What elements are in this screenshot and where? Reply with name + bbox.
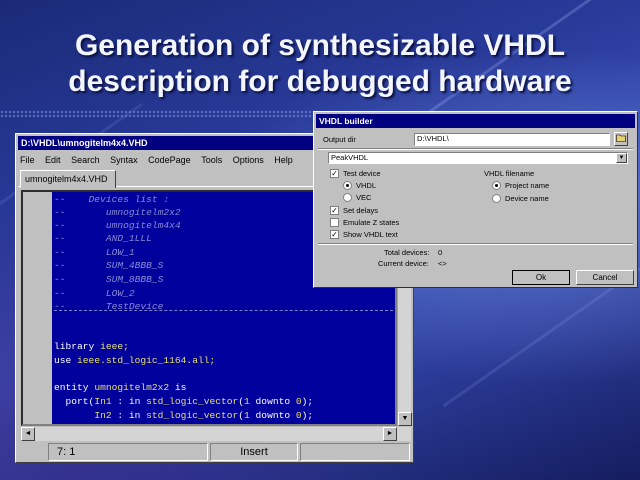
code-comment-line: -- SUM_4BBB_S [54, 260, 164, 271]
code-comment-line: -- LOW_1 [54, 247, 135, 258]
keyword: library [54, 341, 95, 352]
tab-umnogitelm4x4[interactable]: umnogitelm4x4.VHD [20, 170, 116, 188]
vhdl-radio[interactable] [343, 181, 352, 190]
vhdl-filename-label: VHDL filename [484, 169, 535, 178]
vhdl-builder-dialog: VHDL builder Output dir D:\VHDL\ PeakVHD… [313, 111, 638, 288]
status-panel-empty [300, 443, 410, 461]
output-dir-label: Output dir [323, 135, 356, 144]
scroll-left-icon[interactable]: ◄ [21, 427, 35, 441]
entity-select-value: PeakVHDL [331, 153, 369, 162]
ok-button[interactable]: Ok [512, 270, 570, 285]
slide-title-line-2: description for debugged hardware [68, 65, 572, 98]
code-comment-line: -- umnogitelm2x2 [54, 207, 181, 218]
status-bar: 7: 1 Insert [18, 443, 411, 461]
identifier: ieee; [100, 341, 129, 352]
keyword: entity [54, 382, 89, 393]
keyword: use [54, 355, 72, 366]
set-delays-checkbox[interactable]: ✓ [330, 206, 339, 215]
code-comment-line: -- AND_1LLL [54, 233, 152, 244]
comment-separator [54, 310, 393, 311]
entity-select[interactable]: PeakVHDL ▼ [328, 152, 628, 164]
identifier: In1 [94, 396, 112, 407]
code-comment-line: -- LOW_2 [54, 288, 135, 299]
test-device-checkbox[interactable]: ✓ [330, 169, 339, 178]
identifier: std_logic_vector [146, 396, 239, 407]
menu-codepage[interactable]: CodePage [148, 155, 191, 165]
keyword: : in [111, 396, 147, 407]
status-insert-mode: Insert [210, 443, 298, 461]
scroll-down-icon[interactable]: ▼ [398, 412, 412, 426]
keyword: is [174, 382, 187, 393]
emulate-z-label: Emulate Z states [343, 218, 400, 227]
status-cursor-position: 7: 1 [48, 443, 208, 461]
device-name-radio[interactable] [492, 194, 501, 203]
code-line-port-in1: port(In1 : in std_logic_vector(1 downto … [54, 395, 314, 408]
keyword: downto [249, 410, 296, 421]
cancel-button[interactable]: Cancel [576, 270, 634, 285]
slide-title: Generation of synthesizable VHDL descrip… [0, 28, 640, 100]
test-device-label: Test device [343, 169, 381, 178]
show-vhdl-checkbox[interactable]: ✓ [330, 230, 339, 239]
show-vhdl-label: Show VHDL text [343, 230, 398, 239]
menu-options[interactable]: Options [233, 155, 264, 165]
code-line-entity: entity umnogitelm2x2 is [54, 381, 186, 394]
folder-glyph [616, 134, 626, 142]
line-gutter [23, 192, 52, 424]
menu-edit[interactable]: Edit [45, 155, 61, 165]
editor-window-title: D:\VHDL\umnogitelm4x4.VHD [21, 138, 148, 148]
code-comment-line: -- umnogitelm4x4 [54, 220, 181, 231]
folder-icon[interactable] [614, 132, 628, 146]
vec-option-label: VEC [356, 193, 372, 202]
current-device-label: Current device: [378, 259, 429, 268]
code-line-port-in2: In2 : in std_logic_vector(1 downto 0); [54, 409, 313, 422]
identifier: In2 [94, 410, 112, 421]
dialog-title: VHDL builder [319, 116, 373, 126]
horizontal-scrollbar[interactable]: ◄ ► [21, 427, 411, 441]
menu-tools[interactable]: Tools [201, 155, 222, 165]
vec-radio[interactable] [343, 193, 352, 202]
total-devices-label: Total devices: [384, 248, 430, 257]
menu-file[interactable]: File [20, 155, 35, 165]
code-comment-line: -- TestDevice [54, 301, 164, 312]
punctuation: ); [301, 396, 314, 407]
punctuation: ); [301, 410, 314, 421]
project-name-radio[interactable] [492, 181, 501, 190]
menu-search[interactable]: Search [71, 155, 100, 165]
slide-title-line-1: Generation of synthesizable VHDL [74, 29, 566, 62]
code-line-use: use ieee.std_logic_1164.all; [54, 354, 215, 367]
project-name-label: Project name [505, 181, 550, 190]
identifier: std_logic_vector [146, 410, 239, 421]
total-devices-value: 0 [438, 248, 443, 257]
code-line-library: library ieee; [54, 340, 129, 353]
set-delays-label: Set delays [343, 206, 379, 215]
emulate-z-checkbox[interactable] [330, 218, 339, 227]
code-comment-line: -- SUM_8BBB_S [54, 274, 164, 285]
keyword: : in [111, 410, 147, 421]
dialog-divider [318, 148, 633, 150]
dropdown-arrow-icon[interactable]: ▼ [616, 153, 627, 163]
keyword: downto [249, 396, 296, 407]
identifier: ieee.std_logic_1164.all; [77, 355, 216, 366]
menu-help[interactable]: Help [274, 155, 293, 165]
scroll-right-icon[interactable]: ► [383, 427, 397, 441]
code-comment-line: -- Devices list : [54, 194, 170, 205]
current-device-value: <> [438, 259, 447, 268]
dialog-divider [318, 243, 633, 245]
identifier: umnogitelm2x2 [94, 382, 170, 393]
dialog-title-bar[interactable]: VHDL builder [316, 114, 635, 128]
vhdl-option-label: VHDL [356, 181, 377, 190]
output-dir-field[interactable]: D:\VHDL\ [414, 133, 610, 146]
keyword: port( [65, 396, 95, 407]
device-name-label: Device name [505, 194, 549, 203]
menu-syntax[interactable]: Syntax [110, 155, 138, 165]
